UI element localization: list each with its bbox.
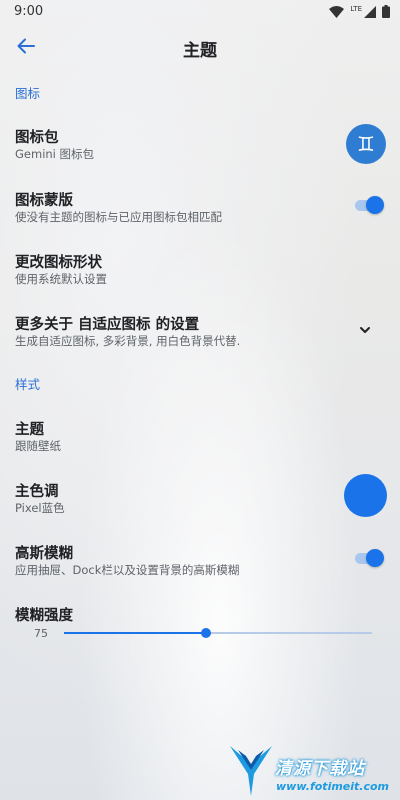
- accent-color-swatch[interactable]: [344, 474, 387, 517]
- pref-title: 图标蒙版: [15, 193, 73, 209]
- network-type-label: LTE: [350, 4, 362, 13]
- watermark-url: www.fotimeit.com: [276, 780, 390, 793]
- pref-icon-pack[interactable]: 图标包 Gemini 图标包: [0, 126, 400, 166]
- section-header-icons: 图标: [15, 86, 41, 101]
- pref-title: 高斯模糊: [15, 546, 73, 562]
- blur-strength-value: 75: [34, 627, 48, 640]
- icon-pack-badge[interactable]: ♊: [346, 124, 386, 164]
- gemini-icon: ♊: [357, 132, 375, 156]
- pref-title: 主题: [15, 422, 44, 438]
- blur-toggle[interactable]: [355, 548, 385, 568]
- slider-fill: [64, 632, 206, 634]
- pref-title: 模糊强度: [15, 608, 73, 624]
- pref-title: 更多关于 自适应图标 的设置: [15, 317, 200, 333]
- pref-blur[interactable]: 高斯模糊 应用抽屉、Dock栏以及设置背景的高斯模糊: [0, 542, 400, 582]
- watermark-logo: [230, 746, 272, 796]
- section-header-style: 样式: [15, 377, 41, 392]
- pref-title: 更改图标形状: [15, 255, 102, 271]
- pref-summary: 使没有主题的图标与已应用图标包相匹配: [15, 210, 222, 224]
- chevron-down-icon[interactable]: [356, 321, 374, 339]
- battery-icon: [382, 5, 390, 18]
- status-time: 9:00: [14, 4, 44, 19]
- blur-strength-slider[interactable]: [64, 626, 372, 640]
- pref-adaptive-icons[interactable]: 更多关于 自适应图标 的设置 生成自适应图标, 多彩背景, 用白色背景代替.: [0, 313, 400, 353]
- wifi-icon: [329, 5, 345, 18]
- toggle-thumb: [366, 196, 384, 214]
- page-title: 主题: [183, 41, 217, 61]
- pref-summary: 应用抽屉、Dock栏以及设置背景的高斯模糊: [15, 563, 240, 577]
- cell-signal-icon: [364, 5, 376, 18]
- status-bar: 9:00 LTE: [0, 0, 400, 24]
- pref-title: 主色调: [15, 484, 59, 500]
- pref-summary: 使用系统默认设置: [15, 272, 107, 286]
- pref-summary: Pixel蓝色: [15, 501, 65, 515]
- slider-thumb[interactable]: [200, 628, 211, 638]
- pref-title: 图标包: [15, 130, 59, 146]
- pref-icon-mask[interactable]: 图标蒙版 使没有主题的图标与已应用图标包相匹配: [0, 189, 400, 229]
- pref-theme[interactable]: 主题 跟随壁纸: [0, 418, 400, 458]
- pref-blur-strength: 模糊强度: [0, 604, 400, 624]
- app-bar: 主题: [0, 24, 400, 70]
- pref-summary: Gemini 图标包: [15, 147, 95, 161]
- pref-icon-shape[interactable]: 更改图标形状 使用系统默认设置: [0, 251, 400, 291]
- watermark-brand: 清源下载站: [275, 759, 365, 779]
- toggle-thumb: [366, 549, 384, 567]
- pref-accent-color[interactable]: 主色调 Pixel蓝色: [0, 480, 400, 520]
- pref-summary: 跟随壁纸: [15, 439, 61, 453]
- pref-summary: 生成自适应图标, 多彩背景, 用白色背景代替.: [15, 334, 241, 348]
- status-icons: LTE: [329, 5, 390, 18]
- watermark: 清源下载站 www.fotimeit.com: [228, 740, 389, 798]
- icon-mask-toggle[interactable]: [355, 195, 385, 215]
